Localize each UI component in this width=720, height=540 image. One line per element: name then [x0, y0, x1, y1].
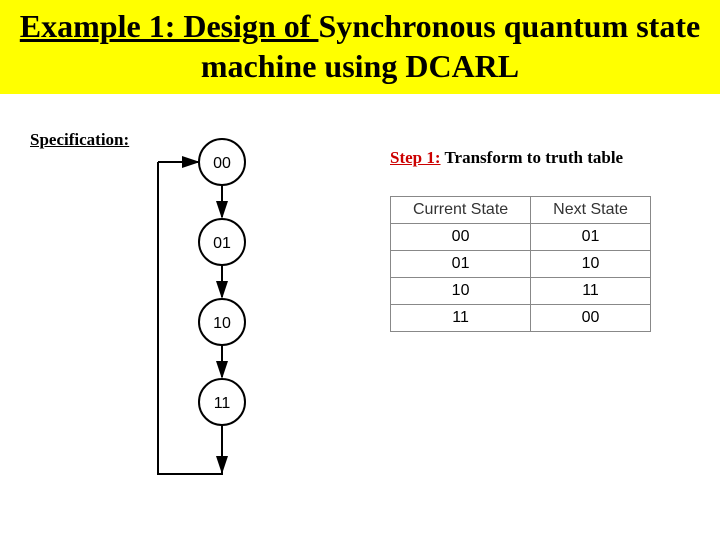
state-node-10: 10 — [213, 315, 231, 332]
table-row: 11 00 — [391, 305, 651, 332]
table-header-next: Next State — [531, 197, 651, 224]
truth-table: Current State Next State 00 01 01 10 10 … — [390, 196, 651, 332]
state-node-00: 00 — [213, 155, 231, 172]
step-prefix: Step 1: — [390, 148, 441, 167]
table-row: 10 11 — [391, 278, 651, 305]
title-band: Example 1: Design of Synchronous quantum… — [0, 0, 720, 94]
page-title: Example 1: Design of Synchronous quantum… — [18, 6, 702, 86]
state-node-11: 11 — [214, 395, 231, 412]
table-header-current: Current State — [391, 197, 531, 224]
step-text: Transform to truth table — [441, 148, 624, 167]
title-underlined-part: Example 1: Design of — [20, 8, 319, 44]
table-row: 01 10 — [391, 251, 651, 278]
state-diagram: 00 01 10 11 — [100, 134, 320, 534]
state-node-01: 01 — [213, 235, 231, 252]
table-header-row: Current State Next State — [391, 197, 651, 224]
table-row: 00 01 — [391, 224, 651, 251]
step-1-label: Step 1: Transform to truth table — [390, 148, 623, 168]
